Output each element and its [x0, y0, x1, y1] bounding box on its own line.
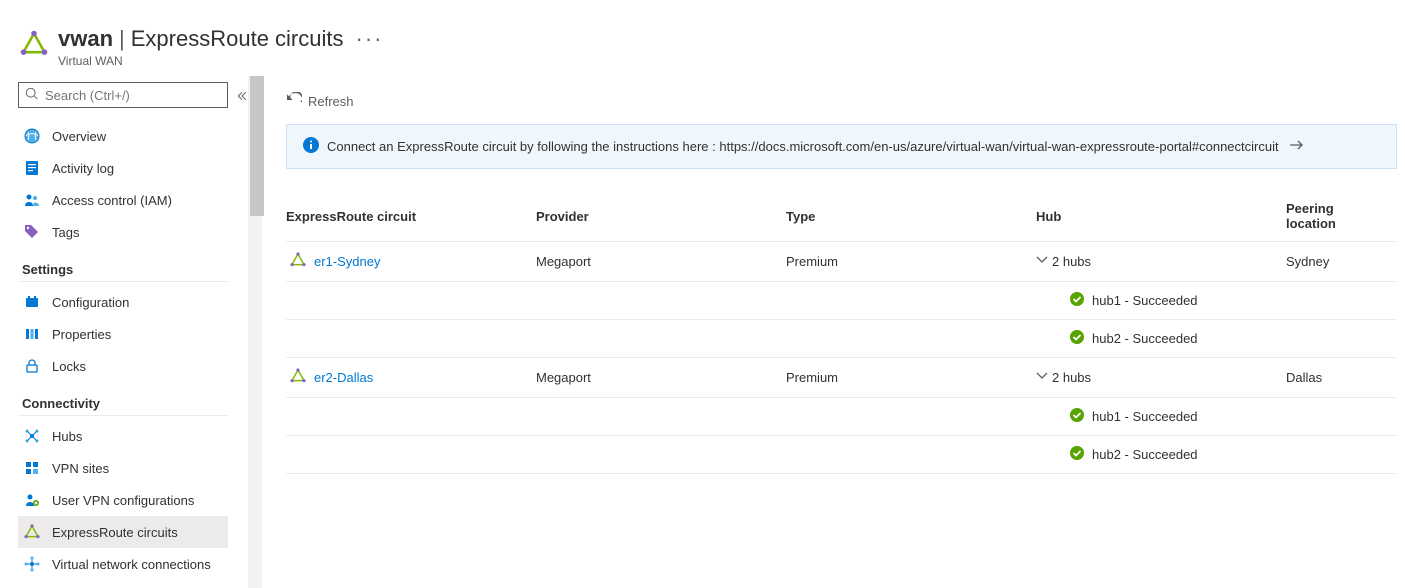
circuit-link[interactable]: er1-Sydney: [314, 254, 380, 269]
search-icon: [25, 87, 45, 104]
cell-peering: Dallas: [1286, 358, 1397, 398]
hub-status-text: hub1 - Succeeded: [1092, 293, 1198, 308]
sidebar-item-locks[interactable]: Locks: [18, 350, 228, 382]
success-icon: [1070, 330, 1092, 347]
hub-expand-toggle[interactable]: 2 hubs: [1036, 254, 1274, 269]
sidebar-item-overview[interactable]: Overview: [18, 120, 228, 152]
people-icon: [24, 192, 40, 208]
blade-header: vwan | ExpressRoute circuits ··· Virtual…: [0, 0, 1405, 76]
toolbar: Refresh: [262, 76, 1397, 120]
table-header-row: ExpressRoute circuit Provider Type Hub P…: [286, 193, 1397, 242]
success-icon: [1070, 292, 1092, 309]
more-actions-icon[interactable]: ···: [356, 26, 384, 52]
sidebar-section-settings: Settings: [22, 262, 228, 277]
collapse-sidebar-button[interactable]: [236, 76, 248, 588]
scrollbar-thumb[interactable]: [250, 76, 264, 216]
cell-type: Premium: [786, 358, 1036, 398]
arrow-right-icon[interactable]: [1289, 137, 1313, 156]
sidebar-item-expressroute[interactable]: ExpressRoute circuits: [18, 516, 228, 548]
sidebar-item-tags[interactable]: Tags: [18, 216, 228, 248]
col-circuit: ExpressRoute circuit: [286, 193, 536, 242]
hub-status-text: hub2 - Succeeded: [1092, 447, 1198, 462]
col-peering: Peering location: [1286, 193, 1397, 242]
sidebar-item-vnet-connections[interactable]: Virtual network connections: [18, 548, 228, 580]
chevron-down-icon: [1036, 370, 1052, 385]
divider: [18, 281, 228, 282]
expressroute-icon: [290, 368, 306, 387]
col-hub: Hub: [1036, 193, 1286, 242]
sidebar-scrollbar[interactable]: [248, 76, 262, 588]
vnet-icon: [24, 556, 40, 572]
gear-icon: [24, 294, 40, 310]
sidebar-item-hubs[interactable]: Hubs: [18, 420, 228, 452]
circuit-link[interactable]: er2-Dallas: [314, 370, 373, 385]
cell-peering: Sydney: [1286, 242, 1397, 282]
hub-count: 2 hubs: [1052, 370, 1091, 385]
table-row: er2-Dallas MegaportPremium 2 hubs Dallas: [286, 358, 1397, 398]
info-banner: Connect an ExpressRoute circuit by follo…: [286, 124, 1397, 169]
sidebar-item-vpn-sites[interactable]: VPN sites: [18, 452, 228, 484]
lock-icon: [24, 358, 40, 374]
success-icon: [1070, 446, 1092, 463]
tag-icon: [24, 224, 40, 240]
resource-type: Virtual WAN: [58, 54, 383, 68]
search-input[interactable]: [45, 88, 221, 103]
chevron-down-icon: [1036, 254, 1052, 269]
refresh-icon: [286, 92, 308, 111]
expressroute-icon: [20, 30, 48, 58]
circuits-table: ExpressRoute circuit Provider Type Hub P…: [286, 193, 1397, 474]
expressroute-icon: [24, 524, 40, 540]
resource-name: vwan: [58, 26, 113, 52]
table-row: er1-Sydney MegaportPremium 2 hubs Sydney: [286, 242, 1397, 282]
sidebar-item-activity-log[interactable]: Activity log: [18, 152, 228, 184]
col-provider: Provider: [536, 193, 786, 242]
cell-provider: Megaport: [536, 358, 786, 398]
hub-status-text: hub1 - Succeeded: [1092, 409, 1198, 424]
cell-type: Premium: [786, 242, 1036, 282]
expressroute-icon: [290, 252, 306, 271]
info-message: Connect an ExpressRoute circuit by follo…: [327, 139, 1279, 154]
log-icon: [24, 160, 40, 176]
success-icon: [1070, 408, 1092, 425]
page-title: vwan | ExpressRoute circuits ···: [58, 26, 383, 52]
hub-expand-toggle[interactable]: 2 hubs: [1036, 370, 1274, 385]
sidebar-item-configuration[interactable]: Configuration: [18, 286, 228, 318]
hub-count: 2 hubs: [1052, 254, 1091, 269]
hub-icon: [24, 428, 40, 444]
hub-status-row: hub2 - Succeeded: [286, 436, 1397, 474]
refresh-button[interactable]: Refresh: [286, 92, 354, 111]
info-icon: [303, 137, 327, 156]
blade-title: ExpressRoute circuits: [131, 26, 344, 52]
divider: [18, 415, 228, 416]
sidebar-section-connectivity: Connectivity: [22, 396, 228, 411]
hub-status-row: hub2 - Succeeded: [286, 320, 1397, 358]
hub-status-row: hub1 - Succeeded: [286, 282, 1397, 320]
properties-icon: [24, 326, 40, 342]
vpn-icon: [24, 460, 40, 476]
hub-status-row: hub1 - Succeeded: [286, 398, 1397, 436]
hub-status-text: hub2 - Succeeded: [1092, 331, 1198, 346]
sidebar-item-user-vpn[interactable]: User VPN configurations: [18, 484, 228, 516]
cell-provider: Megaport: [536, 242, 786, 282]
sidebar-search[interactable]: [18, 82, 228, 108]
col-type: Type: [786, 193, 1036, 242]
user-icon: [24, 492, 40, 508]
sidebar-item-properties[interactable]: Properties: [18, 318, 228, 350]
sidebar-item-access-control[interactable]: Access control (IAM): [18, 184, 228, 216]
globe-icon: [24, 128, 40, 144]
